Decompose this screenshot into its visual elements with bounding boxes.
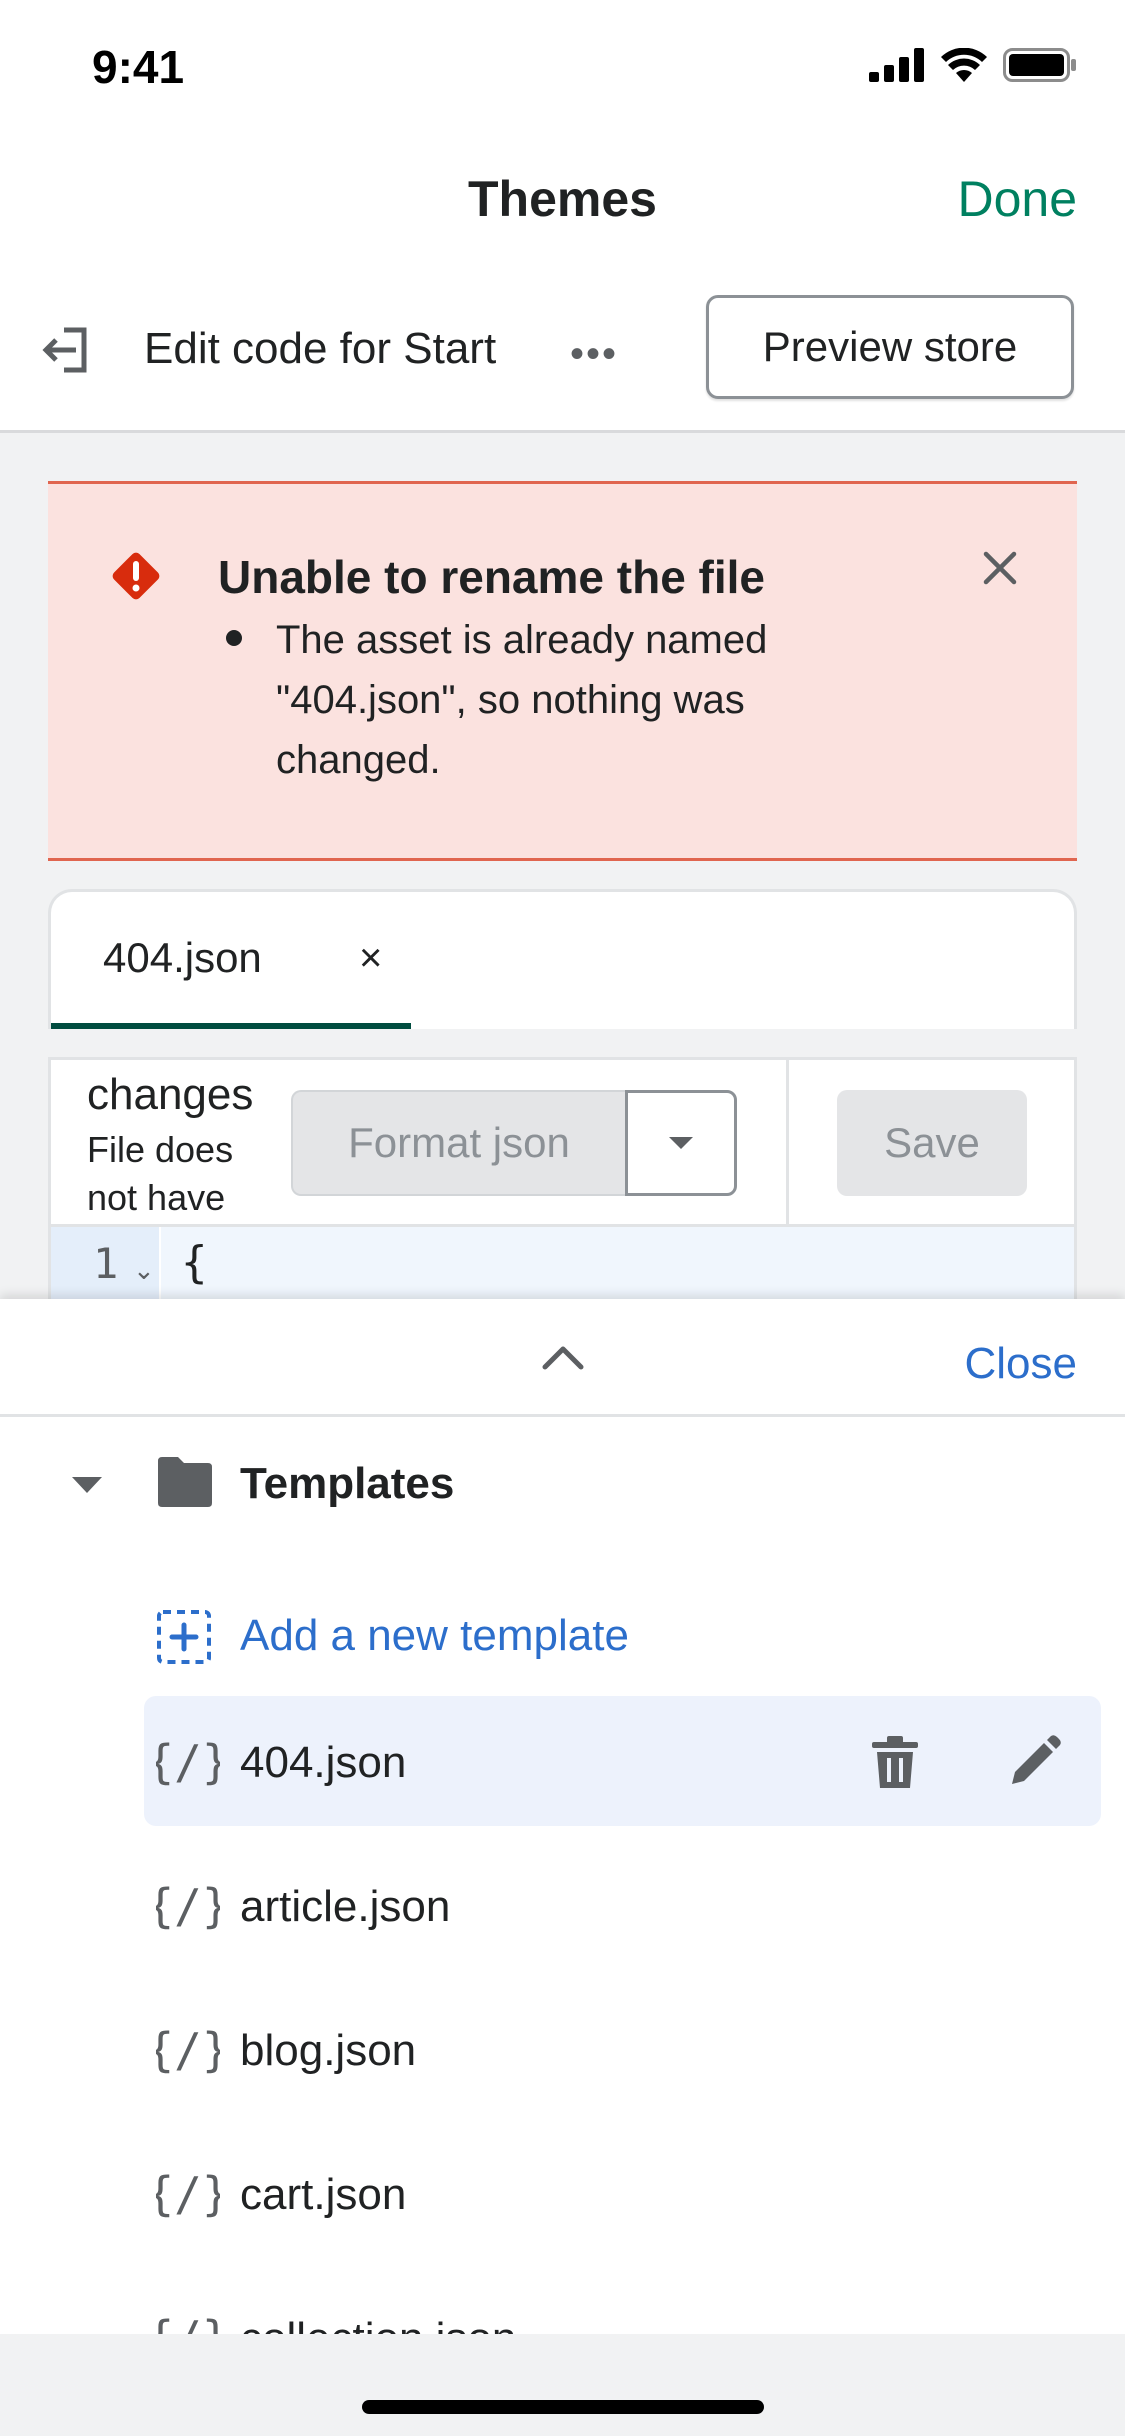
editor-toolbar: changes File does not have Format json S… — [48, 1057, 1077, 1227]
svg-text:{/}: {/} — [156, 2023, 220, 2077]
top-nav: Themes Done — [0, 130, 1125, 270]
error-banner: Unable to rename the file The asset is a… — [48, 481, 1077, 861]
file-label: 404.json — [240, 1738, 407, 1787]
file-row-cart-json[interactable]: {/} cart.json — [144, 2128, 1101, 2258]
changes-label: changes — [87, 1070, 254, 1119]
bullet — [226, 630, 242, 646]
exit-editor-icon[interactable] — [36, 320, 96, 380]
tab-label: 404.json — [103, 934, 262, 981]
editor-tabs: 404.json × — [48, 889, 1077, 1029]
json-file-icon: {/} — [156, 1879, 220, 1933]
line-number: 1 — [93, 1239, 119, 1288]
close-sheet-button[interactable]: Close — [965, 1339, 1078, 1389]
trash-icon[interactable] — [870, 1734, 920, 1790]
signal-icon — [869, 48, 924, 82]
error-diamond-icon — [112, 552, 160, 600]
divider — [786, 1060, 789, 1224]
folder-label: Templates — [240, 1459, 455, 1508]
folder-icon — [158, 1457, 212, 1507]
done-button[interactable]: Done — [957, 170, 1077, 228]
line-gutter: 1 ⌄ — [51, 1227, 159, 1299]
json-file-icon: {/} — [156, 1735, 220, 1789]
status-icons — [869, 48, 1077, 82]
edit-code-title: Edit code for Start — [144, 324, 497, 373]
file-label: cart.json — [240, 2170, 407, 2219]
status-time: 9:41 — [92, 41, 185, 93]
more-actions-button[interactable]: ••• — [570, 332, 618, 377]
status-bar: 9:41 — [0, 0, 1125, 130]
sheet-header: Close — [0, 1299, 1125, 1417]
preview-store-button[interactable]: Preview store — [706, 295, 1074, 399]
add-template-label: Add a new template — [240, 1611, 629, 1660]
battery-icon — [1003, 48, 1076, 82]
error-message: The asset is already named "404.json", s… — [276, 618, 768, 782]
add-template-link[interactable]: Add a new template — [0, 1561, 1125, 1705]
file-label: blog.json — [240, 2026, 417, 2075]
error-title: Unable to rename the file — [218, 551, 766, 603]
tab-close-button[interactable]: × — [359, 936, 382, 981]
fold-toggle[interactable]: ⌄ — [133, 1255, 155, 1286]
tab-404-json[interactable]: 404.json × — [51, 892, 411, 1029]
json-file-icon: {/} — [156, 2167, 220, 2221]
caret-down-icon[interactable] — [72, 1477, 102, 1493]
format-options-dropdown[interactable] — [625, 1090, 737, 1196]
file-label: article.json — [240, 1882, 451, 1931]
page-title: Themes — [468, 171, 657, 227]
home-indicator[interactable] — [362, 2400, 764, 2414]
pencil-icon[interactable] — [1006, 1734, 1062, 1790]
file-browser-sheet: Close Templates Add a new template {/} 4… — [0, 1299, 1125, 2365]
code-text-area[interactable]: { — [161, 1227, 1074, 1299]
json-file-icon: {/} — [156, 2023, 220, 2077]
svg-text:{/}: {/} — [156, 1735, 220, 1789]
file-row-404-json[interactable]: {/} 404.json — [144, 1696, 1101, 1826]
file-row-blog-json[interactable]: {/} blog.json — [144, 1984, 1101, 2114]
home-indicator-area — [0, 2334, 1125, 2436]
code-line[interactable]: 1 ⌄ { — [48, 1227, 1077, 1299]
chevron-up-icon[interactable] — [535, 1337, 591, 1377]
svg-text:{/}: {/} — [156, 1879, 220, 1933]
caret-down-icon — [669, 1137, 693, 1149]
save-button[interactable]: Save — [837, 1090, 1027, 1196]
wifi-icon — [941, 48, 987, 82]
close-icon[interactable] — [978, 546, 1022, 590]
file-status-text: File does not have — [87, 1129, 234, 1218]
editor-area: Unable to rename the file The asset is a… — [0, 433, 1125, 1299]
add-file-icon — [157, 1610, 211, 1664]
code-text: { — [181, 1237, 208, 1288]
file-row-article-json[interactable]: {/} article.json — [144, 1840, 1101, 1970]
format-json-button[interactable]: Format json — [291, 1090, 625, 1196]
edit-code-bar: Edit code for Start ••• Preview store — [0, 270, 1125, 433]
folder-templates[interactable]: Templates — [0, 1417, 1125, 1561]
svg-text:{/}: {/} — [156, 2167, 220, 2221]
